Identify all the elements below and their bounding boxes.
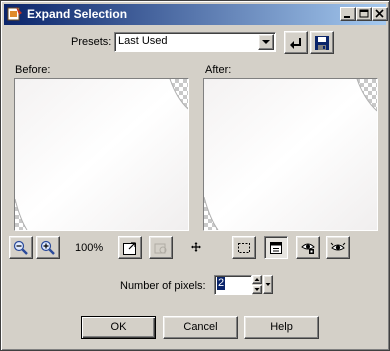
auto-proof-icon: [301, 243, 315, 254]
presets-selected-value: Last Used: [118, 35, 168, 47]
zoom-out-button[interactable]: [9, 236, 33, 259]
reset-arrow-icon: [290, 38, 301, 49]
maximize-icon: [359, 9, 369, 18]
after-preview-image: [204, 79, 377, 230]
after-preview[interactable]: [203, 78, 378, 231]
title-bar[interactable]: Expand Selection: [4, 4, 388, 25]
zoom-to-fit-button[interactable]: [118, 236, 142, 259]
locator-icon: [154, 243, 167, 254]
pan-button[interactable]: [185, 236, 209, 259]
pixels-input[interactable]: 2: [214, 275, 252, 295]
zoom-out-icon: [13, 240, 28, 255]
save-disk-icon: [315, 36, 329, 50]
after-label: After:: [205, 64, 232, 76]
pixels-value: 2: [217, 277, 226, 290]
app-icon: [7, 7, 22, 21]
save-preset-button[interactable]: [310, 31, 334, 54]
minimize-button[interactable]: [340, 7, 356, 21]
proof-icon: [270, 242, 282, 254]
auto-proof-button[interactable]: [296, 236, 320, 259]
spin-up-icon: [254, 278, 260, 281]
cancel-button[interactable]: Cancel: [163, 316, 238, 339]
preview-eye-icon: [330, 242, 346, 251]
before-label: Before:: [15, 64, 51, 76]
window-title: Expand Selection: [27, 7, 128, 21]
close-icon: [375, 9, 384, 18]
pixels-decrement-button[interactable]: [252, 285, 262, 294]
marquee-icon: [238, 243, 250, 253]
minimize-icon: [344, 16, 350, 18]
close-button[interactable]: [372, 7, 388, 21]
zoom-in-button[interactable]: [36, 236, 60, 259]
zoom-fit-icon: [123, 242, 136, 255]
presets-dropdown-button[interactable]: [258, 34, 274, 50]
maximize-button[interactable]: [356, 7, 372, 21]
dialog-window: Expand Selection Presets: Last Used Befo…: [0, 0, 390, 351]
show-marquee-button[interactable]: [232, 236, 256, 259]
chevron-down-icon: [262, 40, 270, 44]
proof-button[interactable]: [264, 236, 288, 259]
pixels-label: Number of pixels:: [120, 280, 206, 292]
help-button[interactable]: Help: [244, 316, 319, 339]
pixels-increment-button[interactable]: [252, 275, 262, 284]
before-preview[interactable]: [14, 78, 189, 231]
presets-label: Presets:: [71, 36, 112, 48]
ok-button[interactable]: OK: [81, 316, 156, 339]
spin-down-icon: [254, 288, 260, 291]
reset-preset-button[interactable]: [284, 31, 308, 54]
zoom-level: 100%: [75, 242, 104, 254]
pan-crosshair-icon: [191, 242, 201, 252]
locator-button[interactable]: [149, 236, 173, 259]
preview-on-image-button[interactable]: [326, 236, 350, 259]
zoom-in-icon: [40, 240, 55, 255]
chevron-down-icon: [265, 283, 271, 286]
presets-dropdown[interactable]: Last Used: [114, 32, 276, 52]
before-preview-image: [15, 79, 188, 230]
pixels-dropdown-button[interactable]: [263, 275, 273, 294]
